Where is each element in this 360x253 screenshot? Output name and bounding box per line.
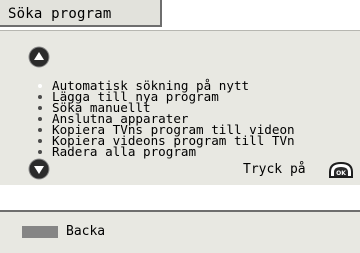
- grey-key-icon[interactable]: [22, 226, 58, 238]
- scroll-up-button[interactable]: [28, 46, 50, 68]
- bullet-icon: [38, 117, 42, 121]
- ok-hint-text: Tryck på: [243, 162, 306, 177]
- bullet-icon: [38, 128, 42, 132]
- osd-screen: Söka program Automatisk sökning på nytt …: [0, 0, 360, 253]
- ok-hint: Tryck på OK: [243, 161, 353, 179]
- bullet-icon: [38, 95, 42, 99]
- bullet-icon: [38, 106, 42, 110]
- title-tab: Söka program: [0, 0, 162, 27]
- scroll-down-button[interactable]: [28, 158, 50, 180]
- menu-list: Automatisk sökning på nytt Lägga till ny…: [38, 79, 295, 159]
- bullet-icon: [38, 139, 42, 143]
- arrow-up-icon: [28, 46, 50, 68]
- menu-panel: Automatisk sökning på nytt Lägga till ny…: [0, 30, 360, 185]
- bullet-icon: [38, 150, 42, 154]
- menu-item-label: Radera alla program: [52, 144, 197, 159]
- footer-bar: Backa: [0, 210, 360, 253]
- page-title: Söka program: [8, 6, 112, 22]
- ok-key-label: OK: [336, 170, 346, 177]
- arrow-down-icon: [28, 158, 50, 180]
- menu-item[interactable]: Radera alla program: [38, 144, 295, 159]
- ok-key-icon[interactable]: OK: [328, 161, 354, 179]
- back-label: Backa: [66, 224, 106, 239]
- bullet-icon: [38, 84, 42, 88]
